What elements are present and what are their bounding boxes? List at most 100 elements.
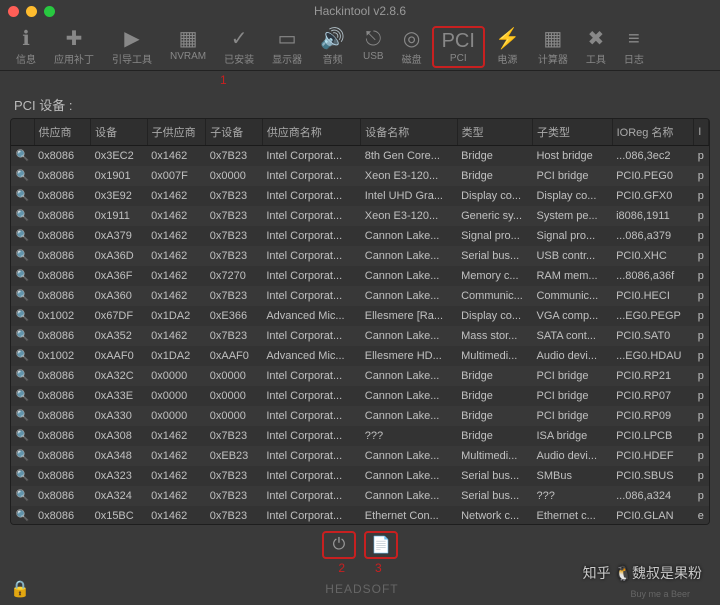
table-row[interactable]: 🔍0x80860xA3300x00000x0000Intel Corporat.…: [11, 406, 709, 426]
col-header[interactable]: 供应商: [34, 119, 91, 146]
toolbar-btn-USB[interactable]: ⎋USB: [355, 26, 392, 68]
cell: ???: [532, 486, 612, 506]
cell: Xeon E3-120...: [361, 206, 457, 226]
power-button[interactable]: ⏻: [322, 531, 356, 559]
magnifier-icon[interactable]: 🔍: [11, 406, 34, 426]
cell: Intel Corporat...: [262, 366, 360, 386]
cell: Mass stor...: [457, 326, 532, 346]
col-header[interactable]: 类型: [457, 119, 532, 146]
PCI-icon: PCI: [442, 30, 475, 52]
cell: 0x1462: [147, 466, 206, 486]
toolbar-btn-音频[interactable]: 🔊音频: [312, 26, 353, 68]
close-button[interactable]: [8, 6, 19, 17]
magnifier-icon[interactable]: 🔍: [11, 146, 34, 166]
table-header-row[interactable]: 供应商设备子供应商子设备供应商名称设备名称类型子类型IOReg 名称I: [11, 119, 709, 146]
lock-icon[interactable]: 🔒: [10, 579, 30, 599]
toolbar-btn-信息[interactable]: ℹ信息: [8, 26, 44, 68]
col-header[interactable]: 设备名称: [361, 119, 457, 146]
cell: 0x8086: [34, 446, 91, 466]
toolbar-btn-PCI[interactable]: PCIPCI: [432, 26, 485, 68]
magnifier-icon[interactable]: 🔍: [11, 166, 34, 186]
toolbar-btn-工具[interactable]: ✖工具: [578, 26, 614, 68]
table-row[interactable]: 🔍0x80860xA3240x14620x7B23Intel Corporat.…: [11, 486, 709, 506]
cell: 0x1462: [147, 426, 206, 446]
toolbar-btn-电源[interactable]: ⚡电源: [487, 26, 528, 68]
toolbar-label: PCI: [450, 53, 467, 64]
col-header[interactable]: 子类型: [532, 119, 612, 146]
cell: p: [694, 326, 709, 346]
table-row[interactable]: 🔍0x80860xA36F0x14620x7270Intel Corporat.…: [11, 266, 709, 286]
table-row[interactable]: 🔍0x80860x3E920x14620x7B23Intel Corporat.…: [11, 186, 709, 206]
table-row[interactable]: 🔍0x80860xA3230x14620x7B23Intel Corporat.…: [11, 466, 709, 486]
cell: Intel Corporat...: [262, 206, 360, 226]
magnifier-icon[interactable]: 🔍: [11, 346, 34, 366]
cell: System pe...: [532, 206, 612, 226]
col-header[interactable]: 设备: [91, 119, 148, 146]
table-row[interactable]: 🔍0x80860xA3600x14620x7B23Intel Corporat.…: [11, 286, 709, 306]
toolbar-btn-计算器[interactable]: ▦计算器: [530, 26, 576, 68]
table-row[interactable]: 🔍0x80860x19010x007F0x0000Intel Corporat.…: [11, 166, 709, 186]
col-header[interactable]: 子设备: [206, 119, 263, 146]
magnifier-icon[interactable]: 🔍: [11, 306, 34, 326]
table-row[interactable]: 🔍0x80860xA3520x14620x7B23Intel Corporat.…: [11, 326, 709, 346]
magnifier-icon[interactable]: 🔍: [11, 226, 34, 246]
table-row[interactable]: 🔍0x10020xAAF00x1DA20xAAF0Advanced Mic...…: [11, 346, 709, 366]
magnifier-icon[interactable]: 🔍: [11, 246, 34, 266]
cell: ???: [361, 426, 457, 446]
cell: Intel Corporat...: [262, 186, 360, 206]
cell: PCI bridge: [532, 386, 612, 406]
magnifier-icon[interactable]: 🔍: [11, 366, 34, 386]
toolbar-btn-应用补丁[interactable]: ✚应用补丁: [46, 26, 102, 68]
magnifier-icon[interactable]: 🔍: [11, 206, 34, 226]
table-row[interactable]: 🔍0x80860xA32C0x00000x0000Intel Corporat.…: [11, 366, 709, 386]
col-header[interactable]: 供应商名称: [262, 119, 360, 146]
magnifier-icon[interactable]: 🔍: [11, 486, 34, 506]
toolbar-btn-日志[interactable]: ≡日志: [616, 26, 652, 68]
显示器-icon: ▭: [278, 28, 297, 50]
magnifier-icon[interactable]: 🔍: [11, 186, 34, 206]
cell: Cannon Lake...: [361, 266, 457, 286]
col-header[interactable]: I: [694, 119, 709, 146]
cell: p: [694, 346, 709, 366]
magnifier-icon[interactable]: 🔍: [11, 386, 34, 406]
magnifier-icon[interactable]: 🔍: [11, 446, 34, 466]
table-row[interactable]: 🔍0x80860xA3480x14620xEB23Intel Corporat.…: [11, 446, 709, 466]
magnifier-icon[interactable]: 🔍: [11, 466, 34, 486]
table-row[interactable]: 🔍0x80860xA3790x14620x7B23Intel Corporat.…: [11, 226, 709, 246]
cell: 0x007F: [147, 166, 206, 186]
cell: Display co...: [457, 306, 532, 326]
toolbar-btn-引导工具[interactable]: ▶引导工具: [104, 26, 160, 68]
col-header[interactable]: IOReg 名称: [612, 119, 694, 146]
cell: USB contr...: [532, 246, 612, 266]
magnifier-icon[interactable]: 🔍: [11, 266, 34, 286]
toolbar-label: USB: [363, 51, 384, 62]
cell: 0xA32C: [91, 366, 148, 386]
toolbar-btn-磁盘[interactable]: ◎磁盘: [394, 26, 430, 68]
cell: PCI bridge: [532, 406, 612, 426]
cell: 0x15BC: [91, 506, 148, 526]
toolbar-btn-NVRAM[interactable]: ▦NVRAM: [162, 26, 214, 68]
table-row[interactable]: 🔍0x10020x67DF0x1DA20xE366Advanced Mic...…: [11, 306, 709, 326]
table-body[interactable]: 🔍0x80860x3EC20x14620x7B23Intel Corporat.…: [11, 146, 709, 526]
magnifier-icon[interactable]: 🔍: [11, 326, 34, 346]
toolbar-btn-已安装[interactable]: ✓已安装: [216, 26, 262, 68]
minimize-button[interactable]: [26, 6, 37, 17]
table-row[interactable]: 🔍0x80860xA36D0x14620x7B23Intel Corporat.…: [11, 246, 709, 266]
cell: 0x1462: [147, 486, 206, 506]
export-button[interactable]: 📄: [364, 531, 398, 559]
table-row[interactable]: 🔍0x80860x15BC0x14620x7B23Intel Corporat.…: [11, 506, 709, 526]
table-row[interactable]: 🔍0x80860x19110x14620x7B23Intel Corporat.…: [11, 206, 709, 226]
table-row[interactable]: 🔍0x80860x3EC20x14620x7B23Intel Corporat.…: [11, 146, 709, 166]
magnifier-icon[interactable]: 🔍: [11, 286, 34, 306]
col-header[interactable]: [11, 119, 34, 146]
zoom-button[interactable]: [44, 6, 55, 17]
toolbar-btn-显示器[interactable]: ▭显示器: [264, 26, 310, 68]
toolbar-label: 应用补丁: [54, 51, 94, 66]
col-header[interactable]: 子供应商: [147, 119, 206, 146]
table-row[interactable]: 🔍0x80860xA33E0x00000x0000Intel Corporat.…: [11, 386, 709, 406]
table-row[interactable]: 🔍0x80860xA3080x14620x7B23Intel Corporat.…: [11, 426, 709, 446]
magnifier-icon[interactable]: 🔍: [11, 506, 34, 526]
cell: Intel Corporat...: [262, 386, 360, 406]
cell: 0xA330: [91, 406, 148, 426]
magnifier-icon[interactable]: 🔍: [11, 426, 34, 446]
